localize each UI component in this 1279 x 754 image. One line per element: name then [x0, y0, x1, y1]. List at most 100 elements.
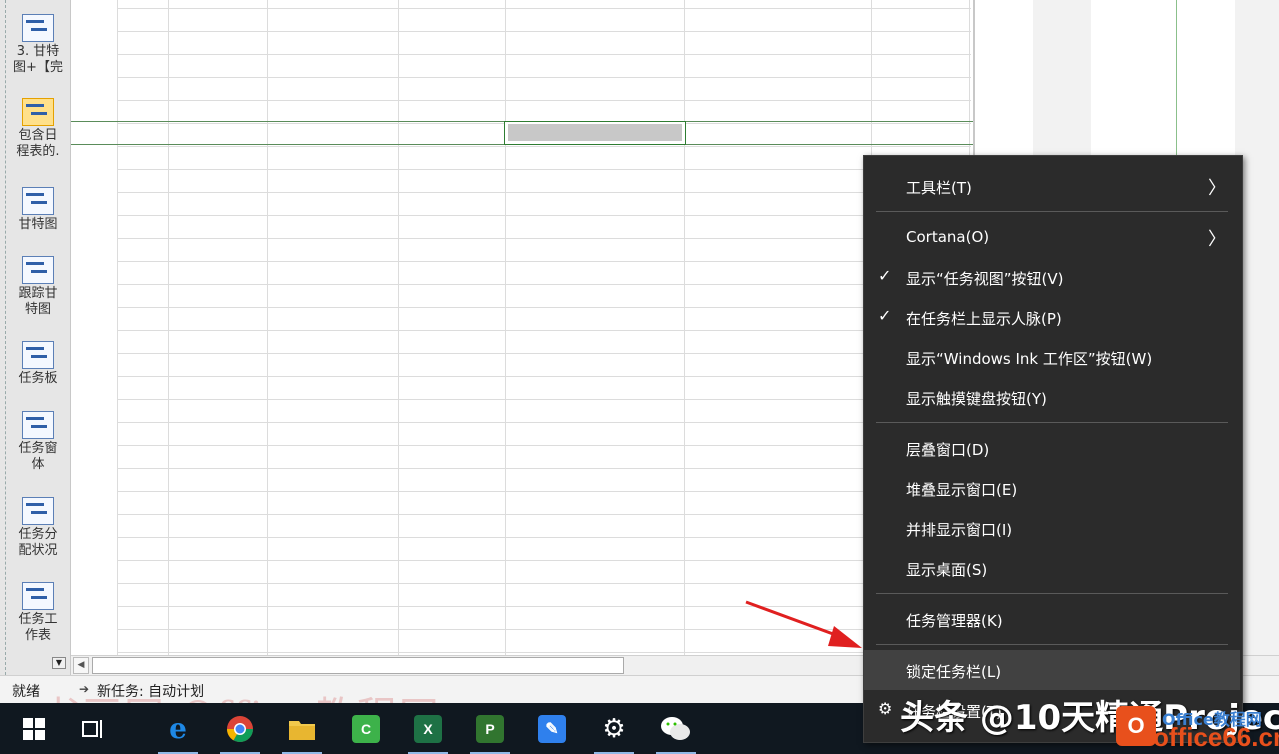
menu-item-show-task-view[interactable]: ✓ 显示“任务视图”按钮(V)	[864, 257, 1240, 297]
active-cell[interactable]	[504, 121, 686, 145]
grid-row-line	[117, 169, 971, 170]
grid-row-line	[117, 560, 971, 561]
grid-column-line	[168, 0, 169, 655]
active-cell-fill	[508, 124, 682, 141]
status-ready-text: 就绪	[12, 684, 40, 700]
annotation-arrow-icon	[745, 600, 862, 648]
menu-item-cortana[interactable]: Cortana(O) 〉	[864, 217, 1240, 257]
task-view-button[interactable]	[66, 703, 122, 754]
grid-row-line	[117, 146, 971, 147]
checkmark-icon: ✓	[878, 266, 892, 285]
view-bar-item-task-form[interactable]: 任务窗 体	[8, 411, 68, 473]
tracking-gantt-icon	[22, 256, 54, 284]
office-logo-icon: O	[1116, 706, 1156, 746]
edge-icon: e	[169, 712, 187, 745]
menu-item-task-manager[interactable]: 任务管理器(K)	[864, 599, 1240, 639]
grid-row-line	[117, 514, 971, 515]
menu-item-stack-windows[interactable]: 堆叠显示窗口(E)	[864, 468, 1240, 508]
menu-item-toolbars[interactable]: 工具栏(T) 〉	[864, 166, 1240, 206]
view-bar-item-gantt-timeline[interactable]: 包含日 程表的.	[8, 98, 68, 160]
grid-row-line	[117, 445, 971, 446]
menu-separator	[876, 422, 1228, 423]
grid-row-line	[117, 8, 971, 9]
view-bar-item-label: 3. 甘特 图+【完	[13, 44, 63, 75]
excel-icon: X	[414, 714, 442, 743]
task-grid[interactable]	[71, 0, 971, 655]
menu-item-show-windows-ink[interactable]: 显示“Windows Ink 工作区”按钮(W)	[864, 337, 1240, 377]
menu-item-label: 并排显示窗口(I)	[906, 521, 1013, 539]
grid-column-line	[267, 0, 268, 655]
view-bar-item-label: 任务窗 体	[18, 441, 58, 472]
grid-row-line	[117, 468, 971, 469]
view-bar-item-gantt-chart[interactable]: 甘特图	[8, 187, 68, 233]
feishu-doc-app-button[interactable]: ✎	[524, 703, 580, 754]
wechat-icon	[661, 716, 690, 740]
grid-column-line	[505, 0, 506, 655]
grid-row-line	[117, 31, 971, 32]
grid-column-line	[684, 0, 685, 655]
menu-item-label: 显示“Windows Ink 工作区”按钮(W)	[906, 350, 1153, 368]
edge-app-button[interactable]: e	[150, 703, 206, 754]
grid-row-line	[117, 284, 971, 285]
menu-item-label: 锁定任务栏(L)	[906, 663, 1002, 681]
chevron-right-icon: 〉	[1208, 229, 1226, 250]
grid-row-line	[117, 261, 971, 262]
menu-item-label: 工具栏(T)	[906, 179, 972, 197]
horizontal-scroll-thumb[interactable]	[92, 657, 624, 674]
menu-item-show-people[interactable]: ✓ 在任务栏上显示人脉(P)	[864, 297, 1240, 337]
view-bar-item-task-board[interactable]: 任务板	[8, 341, 68, 387]
chevron-right-icon: 〉	[1208, 178, 1226, 199]
grid-row-line	[117, 353, 971, 354]
view-bar-item-label: 跟踪甘 特图	[18, 286, 58, 317]
gear-icon: ⚙	[878, 699, 893, 718]
menu-item-cascade-windows[interactable]: 层叠窗口(D)	[864, 428, 1240, 468]
project-app-button[interactable]: P	[462, 703, 518, 754]
task-usage-icon	[22, 497, 54, 525]
camtasia-icon: C	[352, 714, 380, 743]
view-bar-item-gantt-complete[interactable]: 3. 甘特 图+【完	[8, 14, 68, 76]
chrome-app-button[interactable]	[212, 703, 268, 754]
menu-item-label: 堆叠显示窗口(E)	[906, 481, 1018, 499]
view-bar-item-tracking-gantt[interactable]: 跟踪甘 特图	[8, 256, 68, 318]
wechat-app-button[interactable]	[648, 703, 704, 754]
grid-column-line	[398, 0, 399, 655]
menu-item-label: 显示桌面(S)	[906, 561, 988, 579]
settings-app-button[interactable]: ⚙	[586, 703, 642, 754]
view-bar-item-task-sheet[interactable]: 任务工 作表	[8, 582, 68, 644]
view-bar-more-button[interactable]: ▼	[52, 657, 66, 669]
menu-item-lock-taskbar[interactable]: 锁定任务栏(L)	[864, 650, 1240, 690]
file-explorer-button[interactable]	[274, 703, 330, 754]
grid-row-line	[117, 238, 971, 239]
gantt-timeline-view-icon	[22, 98, 54, 126]
grid-row-line	[117, 376, 971, 377]
menu-item-label: 显示触摸键盘按钮(Y)	[906, 390, 1047, 408]
grid-row-line	[117, 583, 971, 584]
menu-item-label: Cortana(O)	[906, 228, 990, 246]
grid-row-line	[117, 537, 971, 538]
view-bar-item-label: 任务分 配状况	[18, 527, 58, 558]
camtasia-app-button[interactable]: C	[338, 703, 394, 754]
excel-app-button[interactable]: X	[400, 703, 456, 754]
pen-icon: ✎	[538, 714, 566, 743]
view-bar-item-task-usage[interactable]: 任务分 配状况	[8, 497, 68, 559]
grid-row-line	[117, 422, 971, 423]
task-board-icon	[22, 341, 54, 369]
scroll-left-arrow-icon[interactable]: ◀	[73, 657, 89, 674]
menu-item-show-touch-keyboard[interactable]: 显示触摸键盘按钮(Y)	[864, 377, 1240, 417]
task-sheet-icon	[22, 582, 54, 610]
task-view-icon	[82, 719, 102, 738]
menu-item-label: 任务管理器(K)	[906, 612, 1003, 630]
folder-icon	[289, 720, 315, 740]
menu-item-show-desktop[interactable]: 显示桌面(S)	[864, 548, 1240, 588]
start-button[interactable]	[6, 703, 62, 754]
gantt-view-icon	[22, 14, 54, 42]
grid-row-line	[117, 399, 971, 400]
menu-item-label: 在任务栏上显示人脉(P)	[906, 310, 1062, 328]
grid-row-line	[117, 192, 971, 193]
view-bar-item-label: 任务板	[18, 371, 58, 386]
windows-logo-icon	[23, 717, 45, 740]
grid-row-line	[117, 100, 971, 101]
menu-separator	[876, 644, 1228, 645]
view-bar-item-label: 甘特图	[18, 217, 58, 232]
menu-item-side-by-side[interactable]: 并排显示窗口(I)	[864, 508, 1240, 548]
